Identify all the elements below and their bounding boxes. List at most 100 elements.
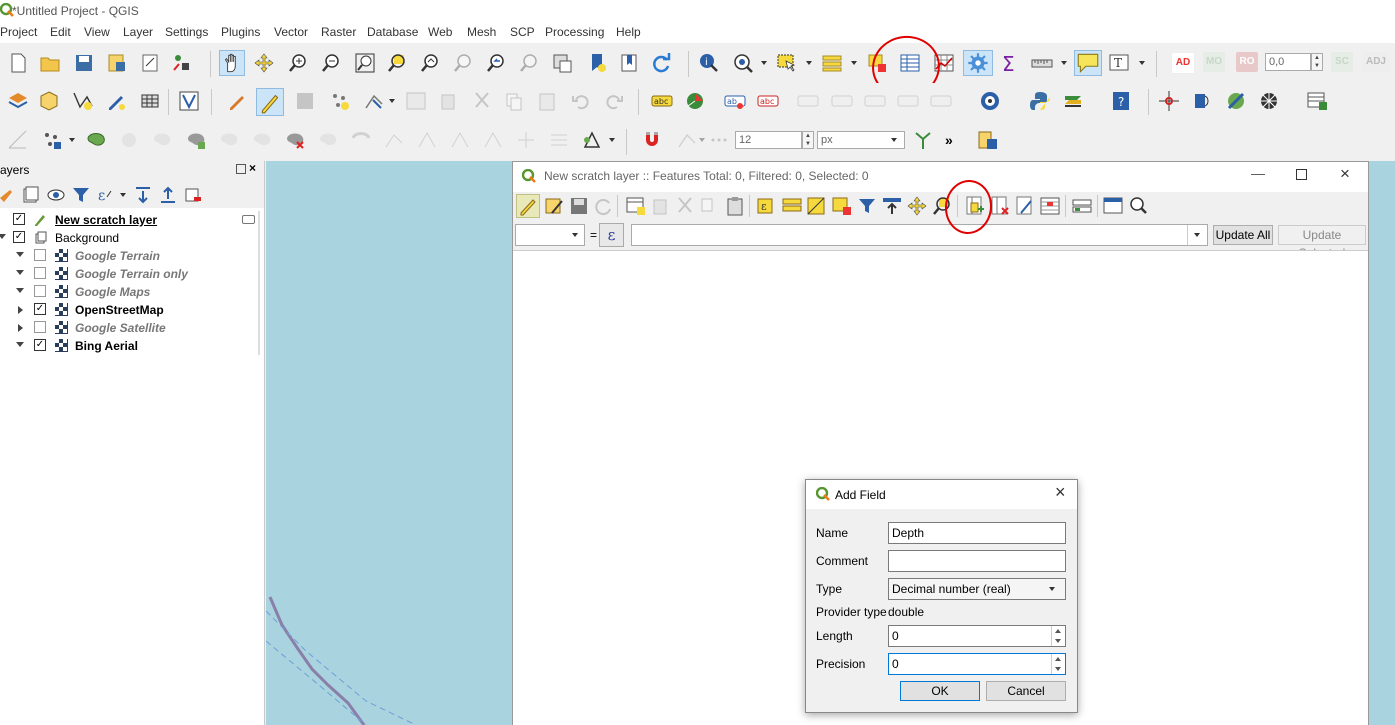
digitize-icon[interactable] [105, 90, 127, 112]
snapping-dots-icon[interactable] [708, 129, 730, 151]
ok-button[interactable]: OK [900, 681, 980, 701]
layer-checkbox[interactable] [34, 321, 46, 333]
change-label-icon[interactable] [930, 90, 952, 112]
zoom-in-icon[interactable] [287, 52, 309, 74]
menu-raster[interactable]: Raster [321, 25, 356, 39]
delete-part-icon[interactable] [284, 129, 306, 151]
snapping-tolerance-spinner[interactable]: ▲ ▼ [802, 131, 814, 149]
badge-mo[interactable]: MO [1203, 52, 1225, 72]
scp-plugin-icon[interactable] [1062, 90, 1084, 112]
minimize-icon[interactable]: — [1251, 165, 1265, 181]
identify-features-icon[interactable]: i [698, 52, 720, 74]
close-panel-icon[interactable]: × [249, 161, 256, 175]
copy-features-icon[interactable] [503, 90, 525, 112]
open-project-icon[interactable] [39, 52, 61, 74]
split-features-icon[interactable] [151, 129, 173, 151]
delete-features-icon[interactable] [649, 195, 671, 217]
select-by-expression-icon[interactable] [821, 52, 843, 74]
precision-spinner[interactable] [1051, 654, 1065, 674]
delete-field-icon[interactable] [989, 195, 1011, 217]
pan-map-icon[interactable] [219, 50, 245, 76]
python-console-icon[interactable] [1029, 90, 1051, 112]
menu-vector[interactable]: Vector [274, 25, 308, 39]
snapping-vertex-icon[interactable] [676, 129, 698, 151]
add-vector-icon[interactable] [72, 90, 94, 112]
new-geopackage-icon[interactable] [38, 90, 60, 112]
layer-indicator-icon[interactable] [242, 215, 255, 224]
cut-features-icon[interactable] [471, 90, 493, 112]
menu-edit[interactable]: Edit [50, 25, 71, 39]
add-feature-icon[interactable] [625, 195, 647, 217]
expand-all-icon[interactable] [132, 184, 154, 206]
toggle-editing-icon[interactable] [516, 194, 540, 218]
delete-ring-icon[interactable] [317, 129, 339, 151]
diagram-options-icon[interactable] [684, 90, 706, 112]
scp-band-set-icon[interactable] [977, 129, 999, 151]
vertex-editor-icon[interactable] [383, 129, 405, 151]
pin-label-icon[interactable] [797, 90, 819, 112]
toolbox-icon[interactable] [963, 50, 993, 76]
new-spatialite-layer-icon[interactable] [1306, 90, 1328, 112]
add-point-icon[interactable] [329, 90, 351, 112]
multi-edit-icon[interactable] [544, 195, 566, 217]
vertex-tool-icon[interactable] [363, 90, 385, 112]
zoom-to-selection-icon[interactable] [386, 52, 408, 74]
data-source-manager-icon[interactable] [7, 90, 29, 112]
offset-curve-icon[interactable] [118, 129, 140, 151]
menu-web[interactable]: Web [428, 25, 452, 39]
filter-icon[interactable] [856, 195, 878, 217]
georeferencer-icon[interactable] [1158, 90, 1180, 112]
pan-to-selection-icon[interactable] [253, 52, 275, 74]
layers-scrollbar[interactable] [258, 211, 260, 355]
select-by-expression-icon[interactable]: ε [756, 195, 778, 217]
select-all-icon[interactable] [781, 195, 803, 217]
save-as-icon[interactable] [106, 52, 128, 74]
zoom-next-icon[interactable] [518, 52, 540, 74]
layer-checkbox[interactable]: ✓ [34, 303, 46, 315]
snapping-icon[interactable] [641, 129, 663, 151]
layer-row-google-satellite[interactable]: Google Satellite [0, 319, 260, 337]
pan-to-selection-icon[interactable] [906, 195, 928, 217]
menu-database[interactable]: Database [367, 25, 418, 39]
delete-selected-icon[interactable] [437, 90, 459, 112]
menu-plugins[interactable]: Plugins [221, 25, 260, 39]
name-field[interactable]: Depth [888, 522, 1066, 544]
trim-extend-icon[interactable] [548, 129, 570, 151]
select-features-icon[interactable] [776, 52, 798, 74]
layer-row-new-scratch-layer[interactable]: ✓ New scratch layer [0, 211, 260, 229]
simplify-icon[interactable] [350, 129, 372, 151]
help-contents-icon[interactable]: ? [1110, 90, 1132, 112]
layer-checkbox[interactable] [34, 285, 46, 297]
offset-point-symbol-icon[interactable] [482, 129, 504, 151]
zoom-native-icon[interactable] [452, 52, 474, 74]
layer-row-background[interactable]: ✓ Background [0, 229, 260, 247]
menu-help[interactable]: Help [616, 25, 641, 39]
redo-icon[interactable] [603, 90, 625, 112]
remove-layer-icon[interactable] [182, 184, 204, 206]
toggle-label-visibility-icon[interactable]: abc [757, 90, 779, 112]
manage-themes-icon[interactable] [45, 184, 67, 206]
menu-scp[interactable]: SCP [510, 25, 535, 39]
rotation-spinner[interactable]: ▲ ▼ [1311, 53, 1323, 71]
zoom-last-icon[interactable] [485, 52, 507, 74]
map-tips-icon[interactable] [1074, 50, 1102, 76]
length-spinner[interactable] [1051, 626, 1065, 646]
scale-feature-icon[interactable] [449, 129, 471, 151]
layer-row-openstreetmap[interactable]: ✓ OpenStreetMap [0, 301, 260, 319]
type-select[interactable]: Decimal number (real) [888, 578, 1066, 600]
raster-calc-icon[interactable] [139, 90, 161, 112]
scp-dock-icon[interactable] [979, 90, 1001, 112]
close-icon[interactable]: × [1340, 164, 1350, 184]
filter-legend-icon[interactable] [70, 184, 92, 206]
field-calculator-icon[interactable] [1014, 195, 1036, 217]
move-label-icon[interactable] [864, 90, 886, 112]
layer-checkbox[interactable]: ✓ [34, 339, 46, 351]
close-icon[interactable]: × [1055, 482, 1066, 503]
collapse-all-icon[interactable] [157, 184, 179, 206]
print-layout-icon[interactable] [139, 52, 161, 74]
layer-row-google-maps[interactable]: Google Maps [0, 283, 260, 301]
snapping-tolerance-input[interactable]: 12 [735, 131, 802, 149]
badge-ro[interactable]: RO [1236, 52, 1258, 72]
paste-icon[interactable] [724, 195, 746, 217]
dock-table-icon[interactable] [1102, 195, 1124, 217]
